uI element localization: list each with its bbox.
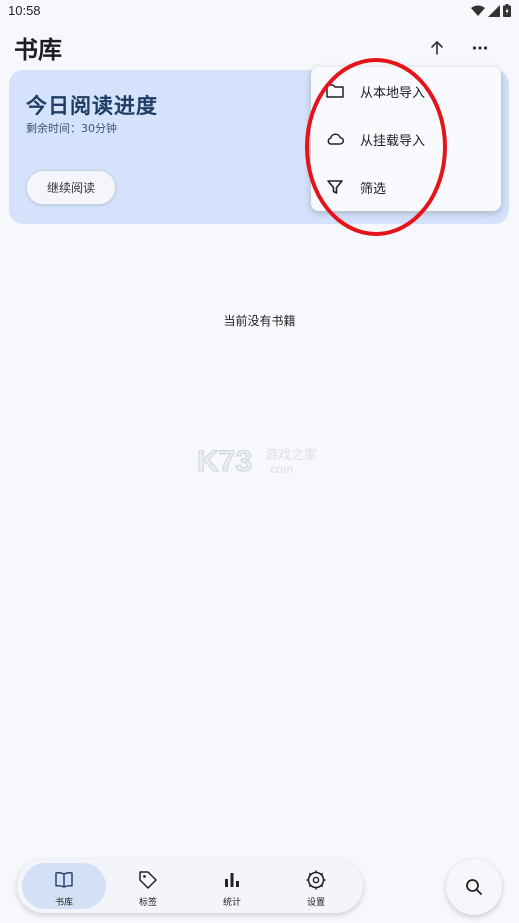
search-button[interactable]: [446, 859, 502, 915]
book-icon: [55, 871, 73, 888]
status-bar: 10:58: [0, 0, 519, 24]
sort-button[interactable]: [423, 34, 451, 62]
bottom-navigation: 书库 标签 统计 设置: [17, 859, 363, 913]
nav-item-library[interactable]: 书库: [22, 863, 106, 909]
progress-title: 今日阅读进度: [26, 94, 158, 118]
nav-item-settings[interactable]: 设置: [274, 863, 358, 909]
search-icon: [466, 879, 482, 895]
svg-text:.com: .com: [267, 462, 293, 476]
signal-icon: [488, 4, 500, 17]
annotation-circle: [305, 58, 447, 236]
svg-text:K73: K73: [197, 445, 252, 478]
nav-item-statistics[interactable]: 统计: [190, 863, 274, 909]
wifi-icon: [471, 5, 485, 16]
arrow-up-icon: [431, 41, 443, 55]
continue-reading-button[interactable]: 继续阅读: [26, 170, 116, 205]
status-time: 10:58: [8, 3, 41, 18]
empty-state-text: 当前没有书籍: [223, 314, 296, 328]
remaining-time: 剩余时间：30分钟: [26, 122, 117, 135]
battery-icon: [503, 4, 511, 17]
more-horizontal-icon: [472, 46, 488, 50]
watermark-logo: K73 游戏之家 .com: [197, 445, 317, 479]
page-title: 书库: [14, 36, 62, 64]
gear-icon: [306, 870, 326, 890]
app-bar: 书库: [0, 24, 519, 70]
nav-label: 标签: [138, 898, 157, 908]
svg-text:游戏之家: 游戏之家: [265, 447, 317, 463]
tag-icon: [139, 871, 157, 889]
status-icons: [471, 4, 511, 17]
nav-item-tags[interactable]: 标签: [106, 863, 190, 909]
more-options-button[interactable]: [466, 34, 494, 62]
bar-chart-icon: [225, 873, 239, 887]
nav-label: 统计: [222, 898, 241, 908]
nav-label: 设置: [306, 898, 325, 908]
nav-label: 书库: [54, 898, 73, 908]
